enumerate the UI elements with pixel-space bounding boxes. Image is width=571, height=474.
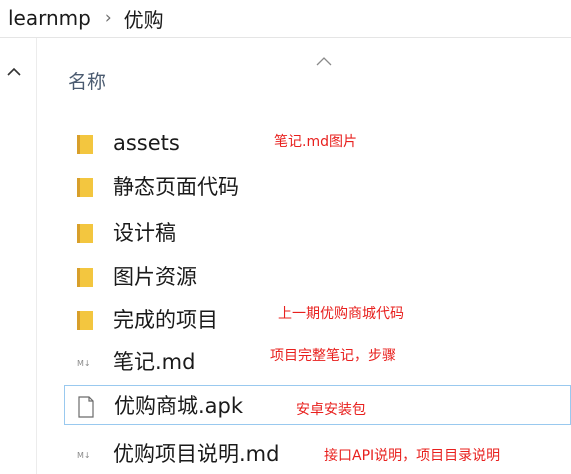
file-name: 图片资源: [113, 265, 197, 289]
markdown-file-icon: M↓: [77, 359, 91, 368]
svg-text:M↓: M↓: [77, 451, 91, 460]
column-header-name[interactable]: 名称: [68, 67, 106, 94]
file-name: 静态页面代码: [113, 175, 239, 199]
sort-ascending-icon[interactable]: [314, 52, 334, 68]
file-name: 笔记.md: [113, 350, 196, 374]
svg-text:M↓: M↓: [77, 359, 91, 368]
folder-icon: [77, 224, 93, 243]
annotation-finished-project: 上一期优购商城代码: [278, 306, 404, 322]
folder-icon: [77, 135, 93, 154]
folder-icon: [77, 178, 93, 197]
file-name: 优购商城.apk: [114, 394, 244, 418]
folder-icon: [77, 268, 93, 287]
breadcrumb-current[interactable]: 优购: [124, 4, 164, 33]
annotation-apk: 安卓安装包: [296, 402, 366, 418]
breadcrumb: learnmp › 优购: [0, 0, 571, 36]
file-name: 优购项目说明.md: [113, 442, 280, 466]
annotation-notes: 项目完整笔记，步骤: [270, 348, 396, 364]
annotation-assets: 笔记.md图片: [274, 134, 357, 150]
file-row-images[interactable]: 图片资源: [60, 256, 571, 296]
breadcrumb-chevron-icon[interactable]: ›: [105, 8, 112, 28]
nav-pane-divider: [36, 38, 37, 474]
folder-icon: [77, 311, 93, 330]
markdown-file-icon: M↓: [77, 451, 91, 460]
toolbar-divider: [0, 37, 571, 38]
file-name: assets: [113, 131, 180, 155]
file-name: 完成的项目: [113, 308, 218, 332]
annotation-readme: 接口API说明，项目目录说明: [324, 448, 501, 464]
file-row-static-pages[interactable]: 静态页面代码: [60, 166, 571, 206]
breadcrumb-root[interactable]: learnmp: [0, 6, 91, 30]
document-icon: [78, 396, 94, 418]
file-name: 设计稿: [113, 221, 176, 245]
file-row-design[interactable]: 设计稿: [60, 212, 571, 252]
chevron-up-icon[interactable]: [4, 62, 24, 82]
